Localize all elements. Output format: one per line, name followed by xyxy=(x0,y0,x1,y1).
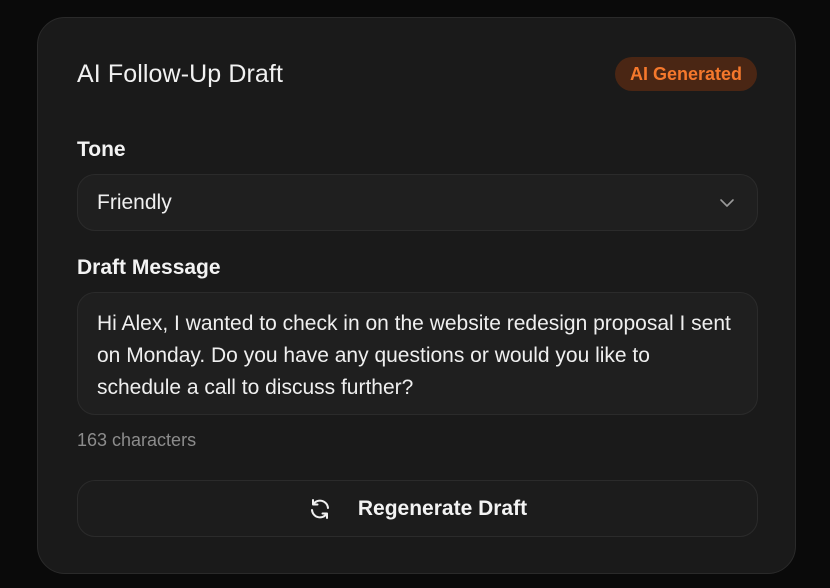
tone-select[interactable]: Friendly xyxy=(77,174,758,231)
tone-label: Tone xyxy=(77,138,126,161)
ai-generated-badge: AI Generated xyxy=(614,57,757,91)
card-title: AI Follow-Up Draft xyxy=(77,60,284,88)
tone-select-value: Friendly xyxy=(97,191,172,214)
regenerate-draft-label: Regenerate Draft xyxy=(357,496,528,520)
character-count: 163 characters xyxy=(77,430,197,450)
draft-message-label: Draft Message xyxy=(77,256,221,279)
refresh-icon xyxy=(310,498,329,519)
draft-message-textarea[interactable]: Hi Alex, I wanted to check in on the web… xyxy=(77,292,758,415)
follow-up-draft-card: AI Follow-Up Draft AI Generated Tone Fri… xyxy=(37,17,796,574)
regenerate-draft-button[interactable]: Regenerate Draft xyxy=(77,480,758,537)
chevron-down-icon xyxy=(720,199,734,207)
